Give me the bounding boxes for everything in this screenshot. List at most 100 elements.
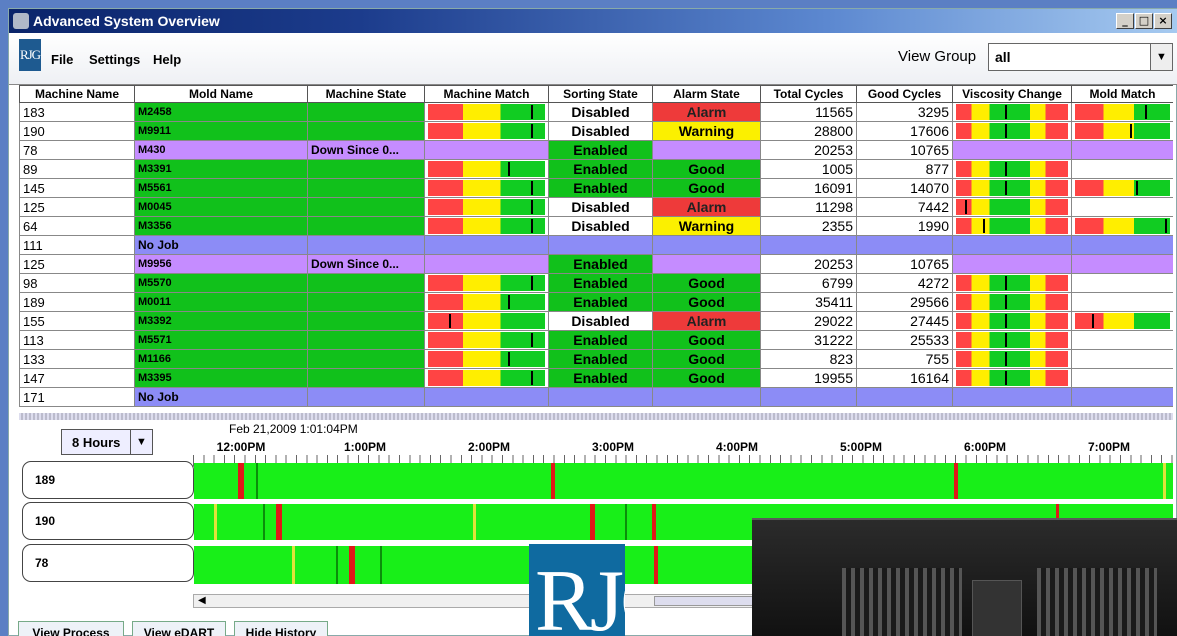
view-edart-button[interactable]: View eDART [132, 621, 226, 636]
cell-mold-name: M0011 [134, 292, 308, 312]
history-machine-label[interactable]: 189 [22, 461, 194, 499]
gauge-marker [507, 162, 510, 176]
cell-viscosity-change [952, 311, 1072, 331]
table-row[interactable]: 190 M9911 Disabled Warning 28800 17606 [19, 121, 1173, 141]
cell-machine-name: 64 [19, 216, 135, 236]
hours-select[interactable]: 8 Hours ▼ [61, 429, 153, 455]
machine-table: Machine Name Mold Name Machine State Machin… [19, 85, 1173, 413]
view-process-button[interactable]: View Process [18, 621, 124, 636]
history-mark [348, 546, 355, 584]
table-row[interactable]: 147 M3395 Enabled Good 19955 16164 [19, 368, 1173, 388]
table-row[interactable]: 189 M0011 Enabled Good 35411 29566 [19, 292, 1173, 312]
table-row[interactable]: 89 M3391 Enabled Good 1005 877 [19, 159, 1173, 179]
viscosity-gauge [956, 199, 1068, 215]
header-sorting-state[interactable]: Sorting State [548, 85, 653, 103]
cell-machine-match [424, 292, 549, 312]
cell-machine-state [307, 311, 425, 331]
header-viscosity-change[interactable]: Viscosity Change [952, 85, 1072, 103]
gauge-marker [530, 124, 533, 138]
gauge-marker [1130, 124, 1133, 138]
chevron-down-icon[interactable]: ▼ [130, 430, 152, 454]
gauge-marker [1005, 352, 1008, 366]
table-row[interactable]: 111 No Job [19, 235, 1173, 255]
cell-mold-match [1071, 216, 1173, 236]
cell-machine-name: 189 [19, 292, 135, 312]
gauge-marker [1135, 181, 1138, 195]
header-machine-name[interactable]: Machine Name [19, 85, 135, 103]
cell-machine-match [424, 273, 549, 293]
cell-machine-match [424, 121, 549, 141]
match-gauge [428, 351, 545, 367]
cell-mold-match [1071, 197, 1173, 217]
splitter[interactable] [19, 413, 1173, 420]
viscosity-gauge [956, 180, 1068, 196]
cell-empty [856, 387, 953, 407]
view-group-select[interactable]: all ▼ [988, 43, 1173, 71]
match-gauge [1075, 180, 1170, 196]
cell-machine-name: 89 [19, 159, 135, 179]
menu-file[interactable]: File [51, 52, 73, 67]
gauge-marker [449, 314, 452, 328]
cell-machine-state [307, 159, 425, 179]
maximize-icon[interactable]: □ [1135, 13, 1153, 29]
history-machine-name: 190 [35, 514, 56, 528]
cell-good-cycles: 10765 [856, 254, 953, 274]
table-row[interactable]: 125 M0045 Disabled Alarm 11298 7442 [19, 197, 1173, 217]
table-row[interactable]: 145 M5561 Enabled Good 16091 14070 [19, 178, 1173, 198]
menu-settings[interactable]: Settings [89, 52, 140, 67]
table-row[interactable]: 155 M3392 Disabled Alarm 29022 27445 [19, 311, 1173, 331]
table-row[interactable]: 133 M1166 Enabled Good 823 755 [19, 349, 1173, 369]
header-machine-match[interactable]: Machine Match [424, 85, 549, 103]
cell-total-cycles: 1005 [760, 159, 857, 179]
cell-machine-match [424, 216, 549, 236]
cell-machine-match [424, 254, 549, 274]
header-good-cycles[interactable]: Good Cycles [856, 85, 953, 103]
cell-alarm-state: Alarm [652, 197, 761, 217]
table-row[interactable]: 125 M9956 Down Since 0... Enabled 20253 10765 [19, 254, 1173, 274]
cell-mold-name: No Job [134, 235, 308, 255]
cell-viscosity-change [952, 349, 1072, 369]
cell-machine-match [424, 197, 549, 217]
table-row[interactable]: 98 M5570 Enabled Good 6799 4272 [19, 273, 1173, 293]
table-row[interactable]: 171 No Job [19, 387, 1173, 407]
menu-help[interactable]: Help [153, 52, 181, 67]
cell-empty [652, 387, 761, 407]
cell-viscosity-change [952, 330, 1072, 350]
history-scrollbar[interactable]: ◀ [193, 594, 773, 608]
cell-machine-state [307, 273, 425, 293]
cell-sorting-state: Enabled [548, 368, 653, 388]
history-machine-label[interactable]: 190 [22, 502, 194, 540]
title-bar[interactable]: Advanced System Overview _ □ × [9, 9, 1177, 33]
cell-machine-state [307, 368, 425, 388]
header-mold-name[interactable]: Mold Name [134, 85, 308, 103]
time-label: 6:00PM [963, 440, 1007, 454]
header-total-cycles[interactable]: Total Cycles [760, 85, 857, 103]
arrow-left-icon[interactable]: ◀ [198, 595, 206, 606]
cell-sorting-state: Enabled [548, 178, 653, 198]
table-row[interactable]: 183 M2458 Disabled Alarm 11565 3295 [19, 102, 1173, 122]
hide-history-button[interactable]: Hide History [234, 621, 328, 636]
cell-machine-state [307, 102, 425, 122]
table-row[interactable]: 64 M3356 Disabled Warning 2355 1990 [19, 216, 1173, 236]
chevron-down-icon[interactable]: ▼ [1150, 44, 1172, 70]
cell-mold-match [1071, 102, 1173, 122]
cell-good-cycles: 755 [856, 349, 953, 369]
header-mold-match[interactable]: Mold Match [1071, 85, 1173, 103]
cell-empty [1071, 235, 1173, 255]
cell-machine-name: 113 [19, 330, 135, 350]
history-machine-label[interactable]: 78 [22, 544, 194, 582]
minimize-icon[interactable]: _ [1116, 13, 1134, 29]
table-row[interactable]: 78 M430 Down Since 0... Enabled 20253 10765 [19, 140, 1173, 160]
close-icon[interactable]: × [1154, 13, 1172, 29]
cell-machine-match [424, 330, 549, 350]
cell-mold-match [1071, 121, 1173, 141]
cell-machine-state: Down Since 0... [307, 254, 425, 274]
header-machine-state[interactable]: Machine State [307, 85, 425, 103]
history-bar [194, 463, 1173, 499]
header-alarm-state[interactable]: Alarm State [652, 85, 761, 103]
cell-viscosity-change [952, 121, 1072, 141]
scrollbar-thumb[interactable] [654, 596, 764, 606]
cell-machine-state [307, 178, 425, 198]
gauge-marker [1005, 124, 1008, 138]
table-row[interactable]: 113 M5571 Enabled Good 31222 25533 [19, 330, 1173, 350]
